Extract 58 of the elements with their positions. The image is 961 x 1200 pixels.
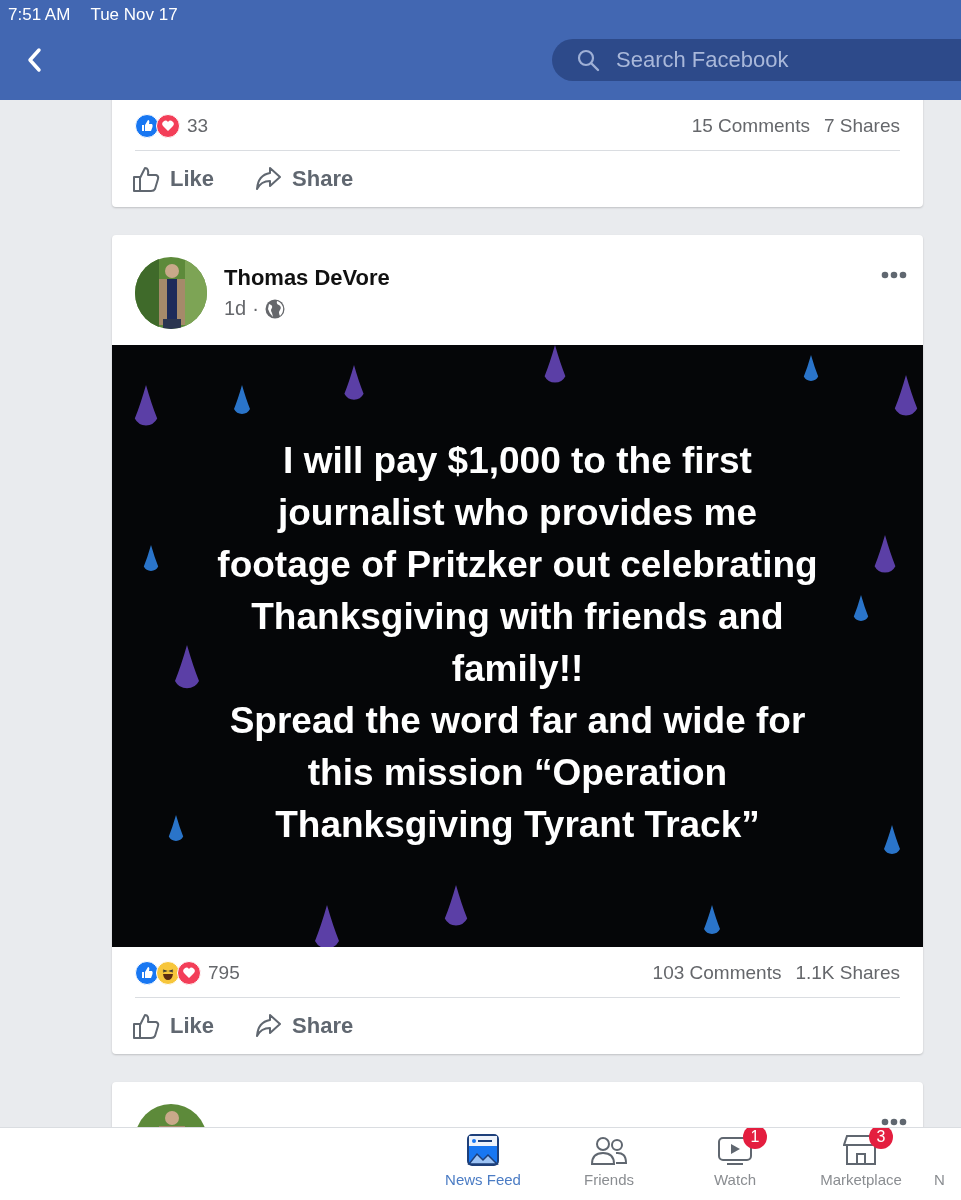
raindrop-icon <box>803 355 819 381</box>
comment-count[interactable]: 15 Comments <box>691 115 810 137</box>
back-icon[interactable] <box>26 47 42 73</box>
reaction-count[interactable]: 795 <box>208 962 240 984</box>
search-icon <box>576 48 600 72</box>
raindrop-icon <box>168 815 184 841</box>
raindrop-icon <box>234 385 250 414</box>
raindrop-icon <box>134 385 158 426</box>
raindrop-icon <box>344 365 364 400</box>
like-button[interactable]: Like <box>132 1010 215 1042</box>
raindrop-icon <box>143 545 159 571</box>
globe-icon <box>264 298 285 319</box>
like-button[interactable]: Like <box>132 163 215 195</box>
status-date: Tue Nov 17 <box>90 5 178 25</box>
share-button[interactable]: Share <box>254 163 354 195</box>
newspaper-icon <box>466 1133 500 1167</box>
raindrop-icon <box>884 825 900 854</box>
raindrop-icon <box>874 535 896 573</box>
raindrop-icon <box>853 595 869 621</box>
notification-badge: 3 <box>869 1128 893 1149</box>
share-arrow-icon <box>254 1012 283 1040</box>
status-time: 7:51 AM <box>8 5 71 25</box>
share-button[interactable]: Share <box>254 1010 354 1042</box>
people-icon <box>590 1135 628 1167</box>
share-count[interactable]: 7 Shares <box>823 115 900 137</box>
separator-dot: · <box>252 297 259 320</box>
tab[interactable]: Friends <box>546 1128 672 1200</box>
tab[interactable]: 1 Watch <box>672 1128 798 1200</box>
tab-label[interactable]: N <box>924 1128 961 1200</box>
share-arrow-icon <box>254 165 283 193</box>
post-time: 1d <box>224 297 247 320</box>
thumbs-up-icon <box>132 1012 160 1040</box>
thumbs-up-icon <box>132 165 160 193</box>
raindrop-icon <box>315 905 339 947</box>
video-icon <box>717 1135 753 1167</box>
reaction-count[interactable]: 33 <box>187 115 209 137</box>
love-reaction-icon <box>156 114 180 138</box>
notification-badge: 1 <box>743 1128 767 1149</box>
search-field[interactable]: Search Facebook <box>614 46 918 74</box>
tab[interactable]: News Feed <box>420 1128 546 1200</box>
raindrop-icon <box>175 645 199 689</box>
more-icon[interactable] <box>881 1118 907 1126</box>
comment-count[interactable]: 103 Comments <box>652 962 782 984</box>
raindrop-icon <box>704 905 720 934</box>
more-icon[interactable] <box>881 271 907 279</box>
share-count[interactable]: 1.1K Shares <box>795 962 900 984</box>
raindrop-icon <box>544 345 566 383</box>
raindrop-icon <box>444 885 468 926</box>
like-reaction-icon <box>135 114 159 138</box>
post-text: I will pay $1,000 to the first journalist who provides me footage of Pritzker out celebrating Thanksgiving with friends and family!! Spread the word far and wide for this mission “Operation Thanksgiving Tyrant Track” <box>217 439 818 847</box>
haha-reaction-icon <box>156 961 180 985</box>
shop-icon <box>843 1133 879 1167</box>
search-bar[interactable]: Search Facebook <box>552 39 961 81</box>
tab[interactable]: 3 Marketplace <box>798 1128 924 1200</box>
author-name[interactable]: Thomas DeVore <box>224 265 864 291</box>
raindrop-icon <box>894 375 918 416</box>
love-reaction-icon <box>177 961 201 985</box>
like-reaction-icon <box>135 961 159 985</box>
